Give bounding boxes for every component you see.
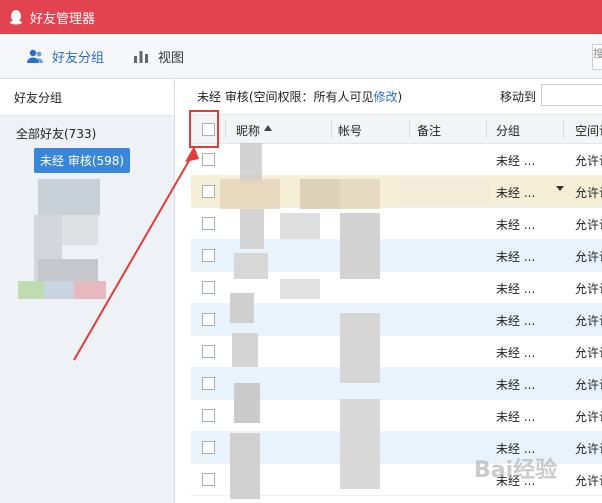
view-button[interactable]: 视图 xyxy=(132,46,184,66)
row-group: 未经 ... xyxy=(496,314,536,328)
sidebar-title: 好友分组 xyxy=(14,91,63,105)
watermark: Bai经验 xyxy=(474,458,558,483)
row-space-access: 允许访 xyxy=(575,410,602,424)
row-checkbox[interactable] xyxy=(202,441,215,454)
row-space-access: 允许访 xyxy=(575,282,602,296)
permission-suffix: ) xyxy=(397,90,403,104)
annotation-arrow xyxy=(73,146,199,361)
row-space-access: 允许访 xyxy=(575,186,602,200)
row-space-access: 允许访 xyxy=(575,346,602,360)
title-bar: 好友管理器 xyxy=(0,0,602,34)
row-space-access: 允许访 xyxy=(575,154,602,168)
column-divider xyxy=(486,120,487,138)
row-group: 未经 ... xyxy=(496,346,536,360)
users-icon xyxy=(27,49,43,63)
move-to-label: 移动到 xyxy=(500,90,537,104)
column-space-access[interactable]: 空间访 xyxy=(575,122,602,139)
row-group: 未经 ... xyxy=(496,378,536,392)
column-divider xyxy=(563,120,564,138)
row-checkbox[interactable] xyxy=(202,409,215,422)
friends-group-button[interactable]: 好友分组 xyxy=(26,46,104,66)
move-to-select[interactable] xyxy=(541,84,602,106)
sidebar-header: 好友分组 xyxy=(0,79,174,116)
row-space-access: 允许访 xyxy=(575,218,602,232)
view-label: 视图 xyxy=(158,50,185,66)
row-space-access: 允许访 xyxy=(575,314,602,328)
group-dropdown-arrow-icon[interactable] xyxy=(556,186,564,191)
bar-chart-icon xyxy=(134,51,148,63)
search-input[interactable]: 搜 xyxy=(592,44,602,70)
row-group: 未经 ... xyxy=(496,410,536,424)
group-permission-info: 未经 审核(空间权限：所有人可见修改) xyxy=(197,88,402,105)
row-group: 未经 ... xyxy=(496,186,536,200)
column-account[interactable]: 帐号 xyxy=(338,122,362,139)
blurred-remark-highlight xyxy=(400,179,490,203)
blurred-account-column xyxy=(280,143,400,503)
edit-permission-link[interactable]: 修改 xyxy=(374,90,398,104)
column-divider xyxy=(409,120,410,138)
permission-text: 未经 审核(空间权限：所有人可见 xyxy=(197,90,374,104)
row-space-access: 允许访 xyxy=(575,474,602,488)
column-remark[interactable]: 备注 xyxy=(417,122,441,139)
row-group: 未经 ... xyxy=(496,218,536,232)
row-group: 未经 ... xyxy=(496,154,536,168)
row-space-access: 允许访 xyxy=(575,442,602,456)
window-title: 好友管理器 xyxy=(30,12,96,27)
row-group: 未经 ... xyxy=(496,282,536,296)
sort-asc-icon xyxy=(264,125,272,131)
friends-group-label: 好友分组 xyxy=(52,50,105,66)
search-hint: 搜 xyxy=(593,47,602,60)
row-checkbox[interactable] xyxy=(202,473,215,486)
blurred-nickname-column xyxy=(220,143,280,503)
row-space-access: 允许访 xyxy=(575,250,602,264)
toolbar: 好友分组 视图 搜 xyxy=(0,34,602,79)
column-nickname[interactable]: 昵称 xyxy=(236,122,260,139)
column-group[interactable]: 分组 xyxy=(496,122,520,139)
row-space-access: 允许访 xyxy=(575,378,602,392)
column-divider xyxy=(331,120,332,138)
friends-table-header: 昵称 帐号 备注 分组 空间访 xyxy=(191,114,602,144)
qq-penguin-icon xyxy=(10,10,22,25)
row-checkbox[interactable] xyxy=(202,377,215,390)
row-group: 未经 ... xyxy=(496,250,536,264)
column-divider xyxy=(225,120,226,138)
